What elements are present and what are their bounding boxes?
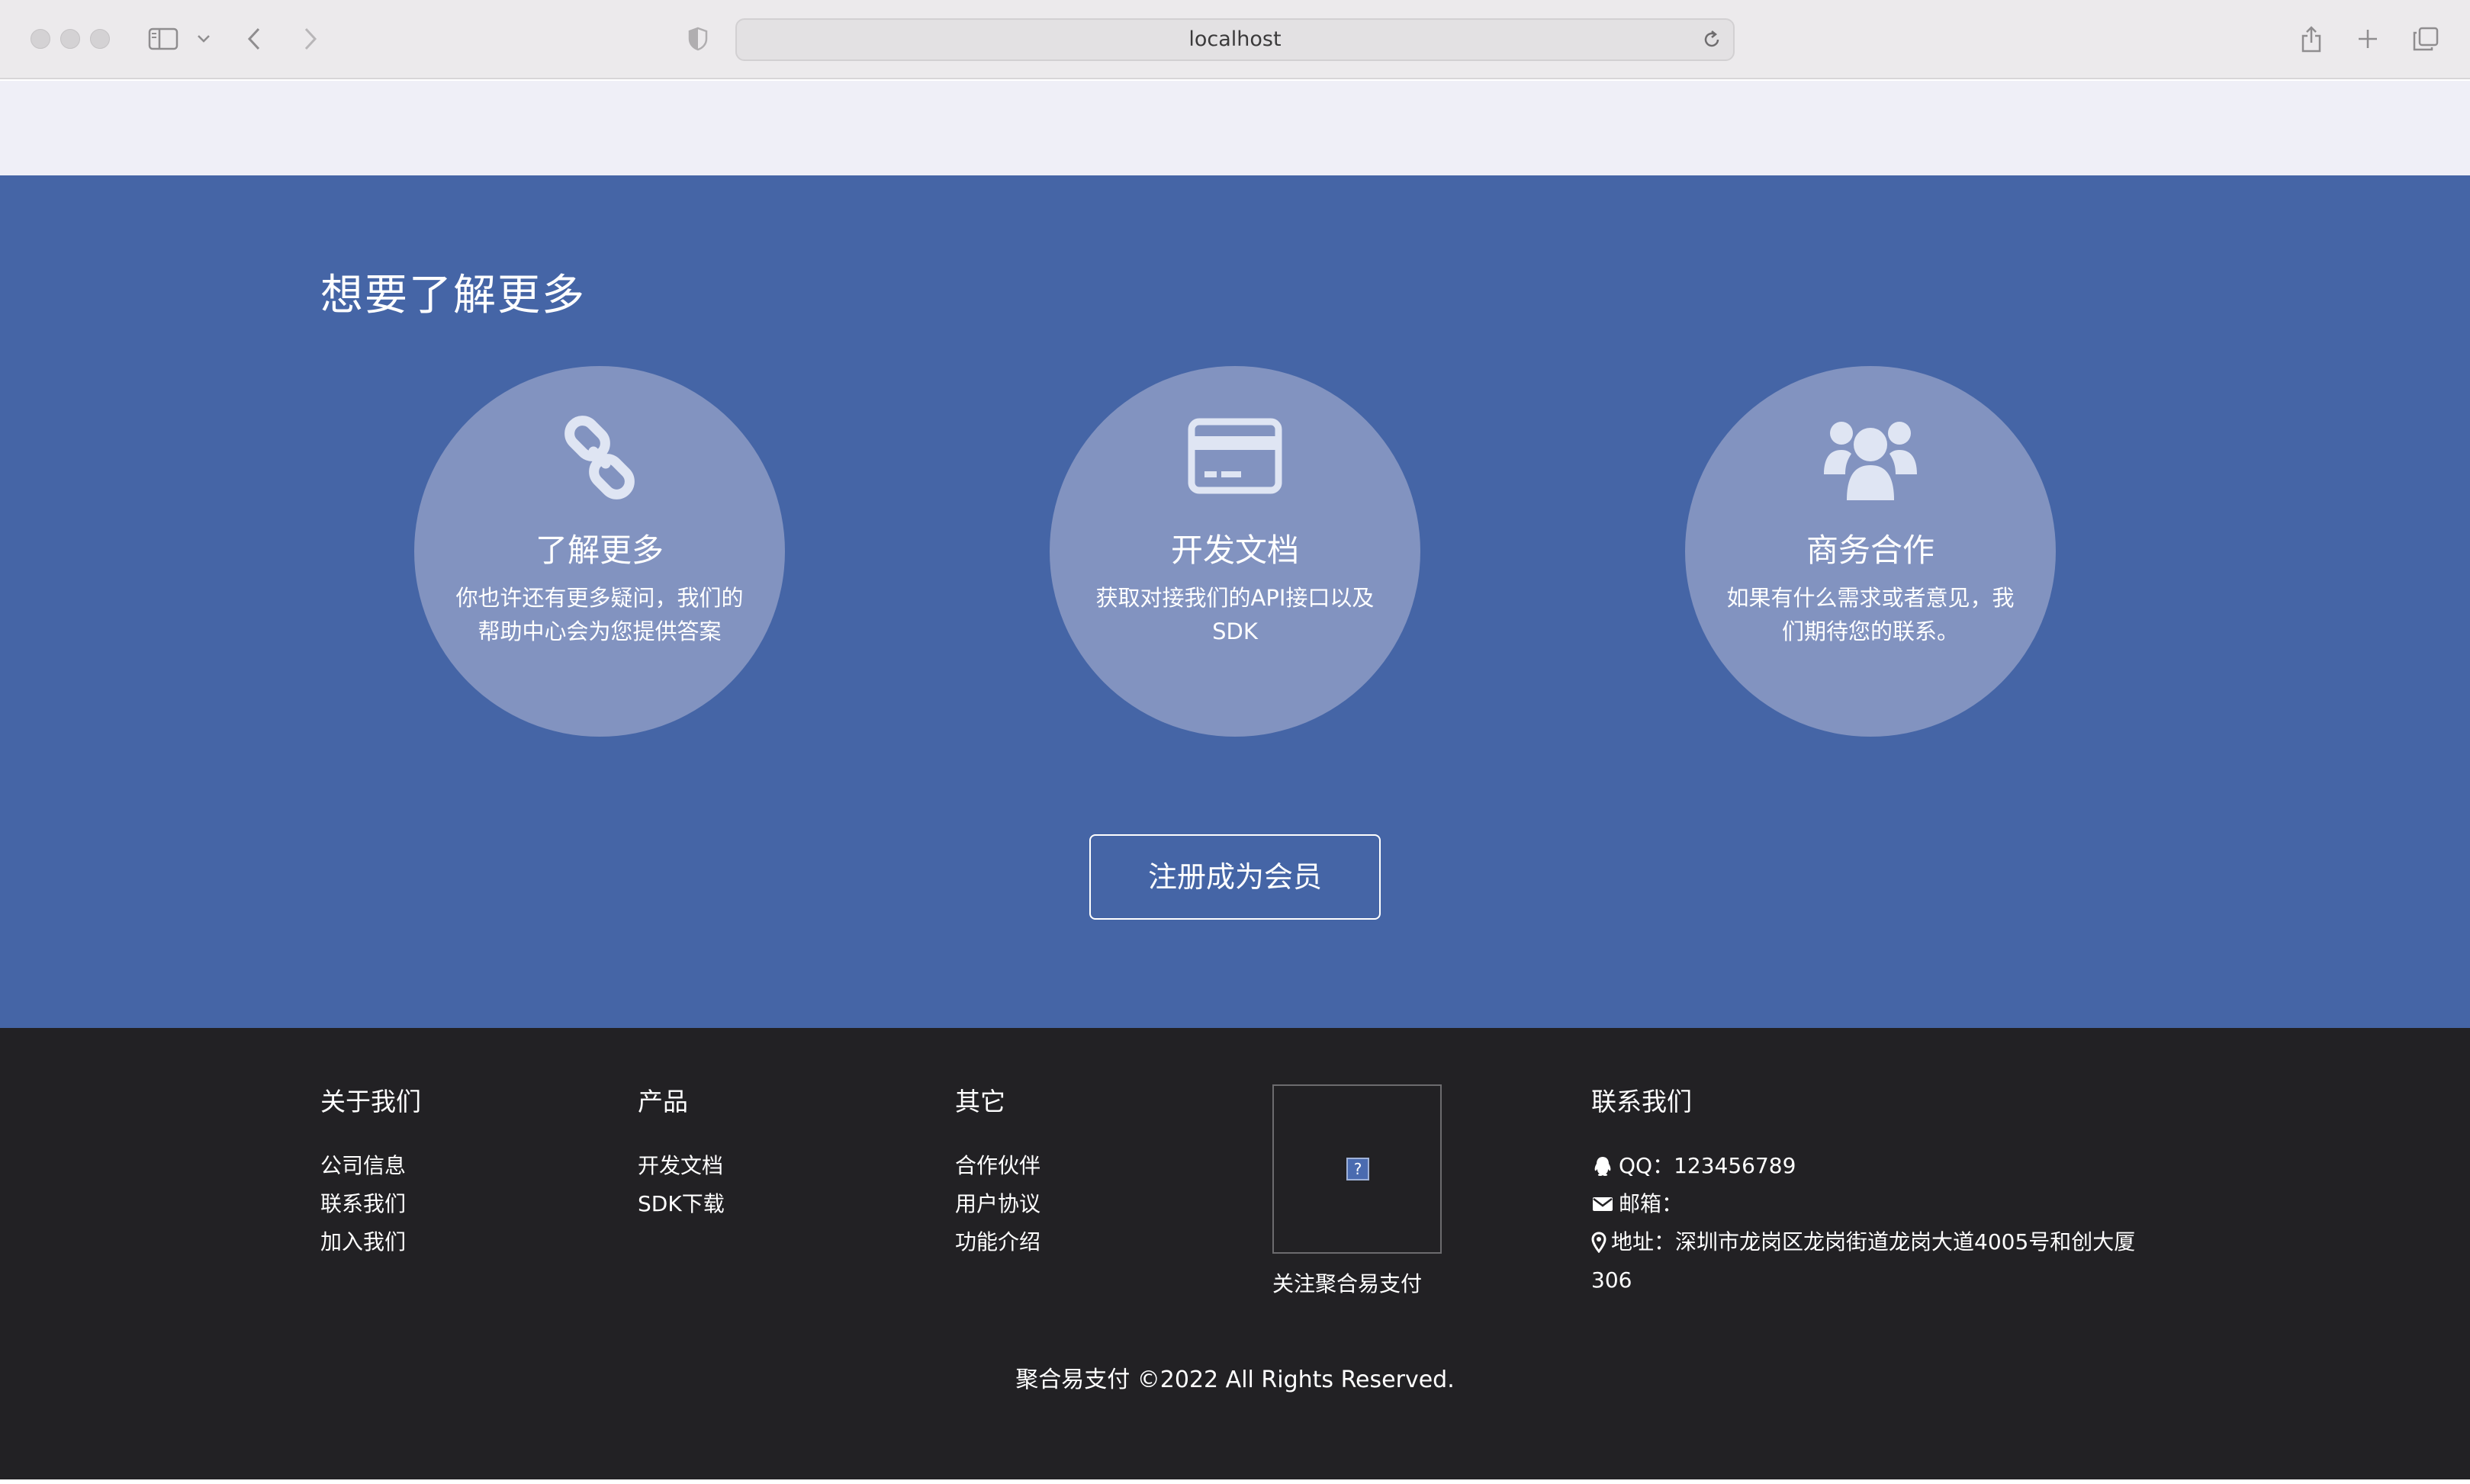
- map-marker-icon: [1591, 1232, 1606, 1253]
- contact-email-text: 邮箱：: [1619, 1191, 1684, 1216]
- footer-col-contact: 联系我们 QQ：123456789 邮箱： 地址：深圳市龙岗区龙岗街道龙岗大道4…: [1591, 1081, 2135, 1299]
- footer-link-dev-docs[interactable]: 开发文档: [638, 1147, 725, 1185]
- tab-overview-icon[interactable]: [2411, 20, 2441, 58]
- footer-col-other: 其它 合作伙伴 用户协议 功能介绍: [955, 1081, 1040, 1261]
- qq-icon: [1594, 1157, 1611, 1176]
- contact-address-cont-text: 306: [1591, 1267, 1632, 1293]
- sidebar-toggle-icon[interactable]: [146, 20, 180, 58]
- footer-col-title: 其它: [955, 1087, 1005, 1116]
- envelope-icon: [1593, 1197, 1613, 1211]
- card-title: 开发文档: [1170, 532, 1299, 569]
- zoom-window-button[interactable]: [90, 29, 110, 49]
- broken-image-icon: ?: [1346, 1158, 1369, 1180]
- contact-address-text: 地址：深圳市龙岗区龙岗街道龙岗大道4005号和创大厦: [1611, 1229, 2136, 1254]
- footer-col-about: 关于我们 公司信息 联系我们 加入我们: [320, 1081, 421, 1261]
- shield-icon[interactable]: [685, 20, 711, 58]
- site-footer: 关于我们 公司信息 联系我们 加入我们 产品 开发文档 SDK下载 其它 合作伙…: [0, 1028, 2470, 1484]
- contact-email: 邮箱：: [1591, 1185, 2135, 1223]
- forward-arrow-icon[interactable]: [299, 20, 322, 58]
- footer-col-title: 产品: [638, 1087, 688, 1116]
- footer-link-user-agreement[interactable]: 用户协议: [955, 1185, 1040, 1223]
- footer-col-products: 产品 开发文档 SDK下载: [638, 1081, 725, 1223]
- contact-address: 地址：深圳市龙岗区龙岗街道龙岗大道4005号和创大厦: [1591, 1223, 2135, 1261]
- card-description: 获取对接我们的API接口以及SDK: [1095, 585, 1375, 644]
- card-title: 商务合作: [1806, 532, 1935, 569]
- address-bar[interactable]: localhost: [735, 18, 1735, 61]
- footer-link-company-info[interactable]: 公司信息: [320, 1147, 421, 1185]
- top-banner-strip: [0, 81, 2470, 175]
- back-arrow-icon[interactable]: [243, 20, 265, 58]
- footer-link-join-us[interactable]: 加入我们: [320, 1223, 421, 1261]
- contact-qq-text: QQ：123456789: [1619, 1153, 1796, 1178]
- card-dev-docs[interactable]: 开发文档 获取对接我们的API接口以及SDK: [1050, 366, 1420, 737]
- browser-toolbar: localhost: [0, 0, 2470, 79]
- contact-qq: QQ：123456789: [1591, 1147, 2135, 1185]
- footer-link-features[interactable]: 功能介绍: [955, 1223, 1040, 1261]
- register-member-button[interactable]: 注册成为会员: [1089, 834, 1381, 920]
- footer-link-contact-us[interactable]: 联系我们: [320, 1185, 421, 1223]
- card-title: 了解更多: [535, 532, 664, 569]
- url-text[interactable]: localhost: [737, 20, 1733, 59]
- card-learn-more[interactable]: 了解更多 你也许还有更多疑问，我们的帮助中心会为您提供答案: [414, 366, 785, 737]
- footer-col-title: 关于我们: [320, 1087, 421, 1116]
- contact-address-cont: 306: [1591, 1261, 2135, 1299]
- link-icon: [414, 412, 785, 503]
- card-description: 你也许还有更多疑问，我们的帮助中心会为您提供答案: [455, 585, 744, 644]
- users-icon: [1685, 412, 2056, 503]
- chevron-down-icon[interactable]: [194, 20, 214, 58]
- learn-more-section: 想要了解更多 了解更多 你也许还有更多疑问，我们的帮助中心会为您提供答案 开发文…: [0, 175, 2470, 1028]
- card-business[interactable]: 商务合作 如果有什么需求或者意见，我们期待您的联系。: [1685, 366, 2056, 737]
- window-bottom-edge: [0, 1479, 2470, 1484]
- footer-link-sdk-download[interactable]: SDK下载: [638, 1185, 725, 1223]
- share-icon[interactable]: [2298, 20, 2325, 58]
- qr-caption: 关注聚合易支付: [1272, 1271, 1423, 1296]
- credit-card-icon: [1050, 412, 1420, 503]
- footer-col-title: 联系我们: [1591, 1087, 1692, 1116]
- qr-code-image: ?: [1272, 1084, 1442, 1254]
- footer-link-partners[interactable]: 合作伙伴: [955, 1147, 1040, 1185]
- minimize-window-button[interactable]: [60, 29, 80, 49]
- section-title: 想要了解更多: [320, 271, 586, 320]
- copyright-text: 聚合易支付 ©2022 All Rights Reserved.: [1015, 1367, 1455, 1393]
- close-window-button[interactable]: [31, 29, 50, 49]
- card-description: 如果有什么需求或者意见，我们期待您的联系。: [1726, 585, 2015, 644]
- new-tab-icon[interactable]: [2354, 20, 2382, 58]
- reload-icon[interactable]: [1701, 29, 1722, 53]
